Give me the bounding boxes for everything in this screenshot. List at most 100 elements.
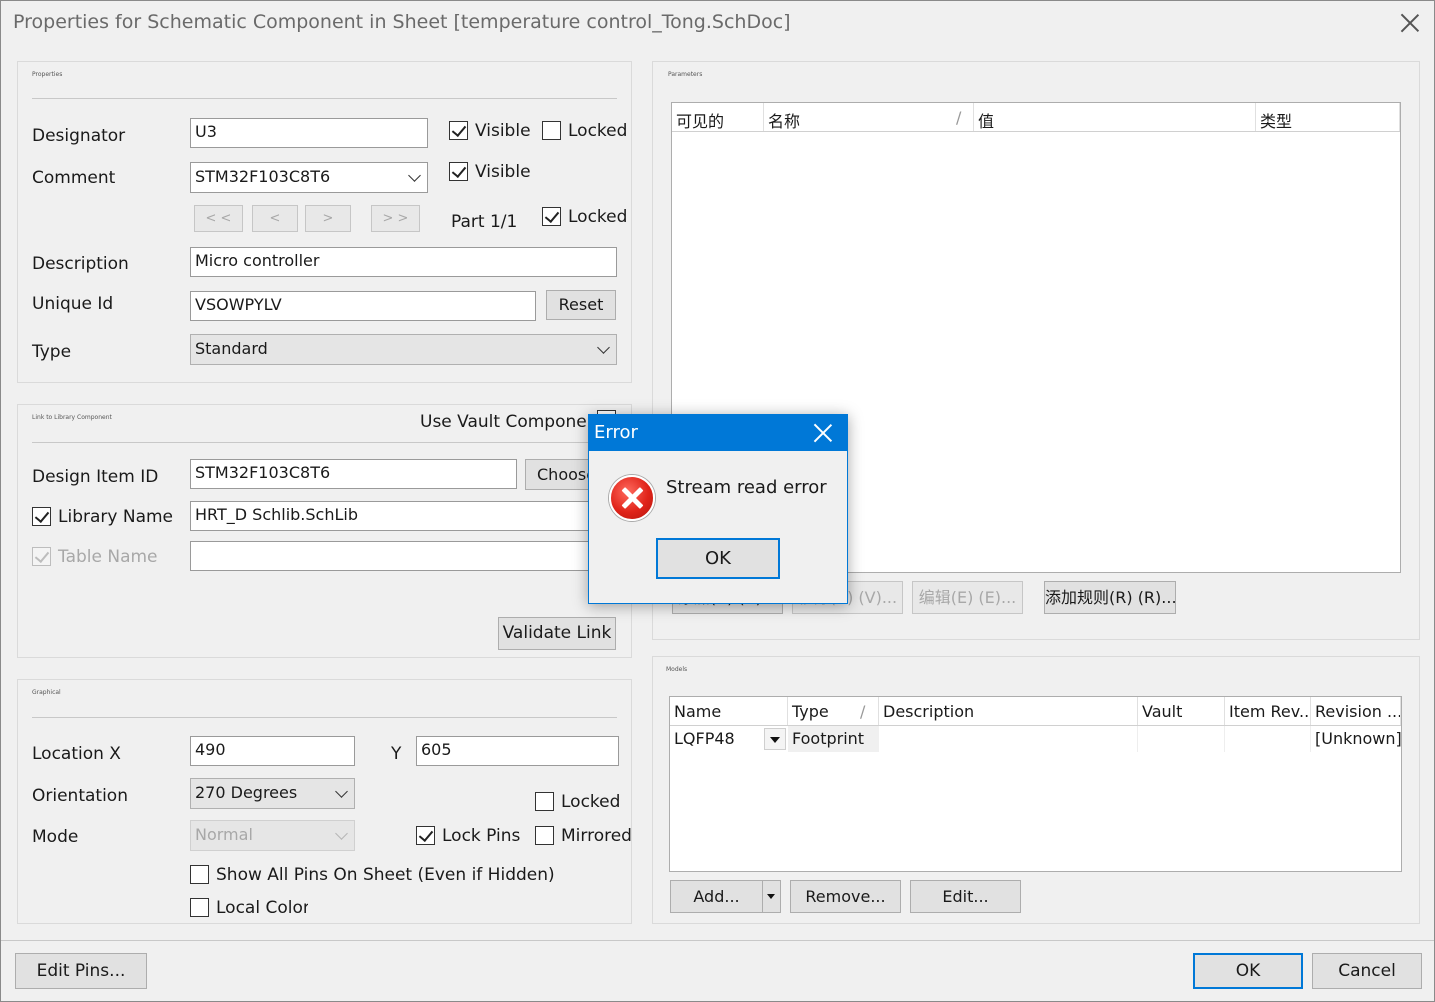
model-row-type: Footprint	[788, 726, 879, 752]
unique-id-input[interactable]: VSOWPYLV	[190, 291, 536, 321]
description-input[interactable]: Micro controller	[190, 247, 617, 277]
table-name-checkbox	[32, 547, 51, 566]
part-label: Part 1/1	[451, 212, 518, 232]
chevron-down-icon	[597, 341, 610, 354]
param-header-value[interactable]: 值	[974, 103, 1256, 131]
location-y-input[interactable]: 605	[416, 736, 619, 766]
model-header-revision[interactable]: Revision ...	[1311, 697, 1401, 725]
param-header-type[interactable]: 类型	[1256, 103, 1400, 131]
table-name-input[interactable]	[190, 541, 617, 571]
model-edit-button[interactable]: Edit...	[910, 880, 1021, 913]
sort-indicator-icon: /	[860, 702, 866, 721]
param-header-name-label: 名称	[768, 112, 801, 131]
designator-visible-label: Visible	[475, 121, 531, 141]
link-separator	[32, 442, 617, 443]
model-row-name: LQFP48	[674, 729, 735, 748]
lock-pins-checkbox[interactable]	[416, 826, 435, 845]
model-remove-button[interactable]: Remove...	[790, 880, 901, 913]
comment-label: Comment	[32, 168, 116, 188]
prev-part-button[interactable]: <	[252, 205, 298, 232]
model-add-dropdown[interactable]	[762, 880, 781, 913]
close-icon[interactable]	[813, 423, 833, 443]
unique-id-label: Unique Id	[32, 294, 114, 314]
link-group-title: Link to Library Component	[32, 414, 112, 421]
properties-separator	[32, 98, 617, 99]
orientation-label: Orientation	[32, 786, 128, 806]
param-header-name[interactable]: 名称 /	[764, 103, 974, 131]
model-header-type-label: Type	[792, 702, 829, 721]
model-add-button[interactable]: Add...	[670, 880, 763, 913]
dropdown-arrow-icon	[770, 737, 780, 743]
design-item-label: Design Item ID	[32, 467, 159, 487]
library-name-input[interactable]: HRT_D Schlib.SchLib	[190, 501, 617, 531]
footer-separator	[1, 940, 1434, 941]
error-icon	[609, 475, 655, 521]
model-header-type[interactable]: Type /	[788, 697, 879, 725]
next-part-button[interactable]: >	[305, 205, 351, 232]
mode-value: Normal	[195, 825, 253, 844]
designator-locked-checkbox[interactable]	[542, 121, 561, 140]
param-edit-button[interactable]: 编辑(E) (E)...	[912, 581, 1023, 614]
error-ok-button[interactable]: OK	[656, 538, 780, 579]
close-icon[interactable]	[1400, 13, 1420, 33]
chevron-down-icon	[335, 785, 348, 798]
mirrored-checkbox[interactable]	[535, 826, 554, 845]
parameters-group-title: Parameters	[668, 71, 703, 78]
orientation-select[interactable]: 270 Degrees	[190, 778, 355, 809]
sort-indicator-icon: /	[956, 108, 962, 127]
window-title: Properties for Schematic Component in Sh…	[13, 11, 791, 33]
chevron-down-icon	[335, 827, 348, 840]
comment-visible-checkbox[interactable]	[449, 162, 468, 181]
comment-combobox[interactable]: STM32F103C8T6	[190, 162, 428, 193]
orientation-value: 270 Degrees	[195, 783, 298, 802]
description-label: Description	[32, 254, 129, 274]
lock-pins-label: Lock Pins	[442, 826, 521, 846]
graphical-group-title: Graphical	[32, 689, 61, 696]
type-label: Type	[32, 342, 72, 362]
param-add-rule-button[interactable]: 添加规则(R) (R)...	[1044, 581, 1177, 614]
error-dialog-title: Error	[594, 422, 638, 443]
graphical-locked-label: Locked	[561, 792, 621, 812]
model-header-item-rev[interactable]: Item Rev...	[1225, 697, 1311, 725]
model-row-item-rev	[1225, 726, 1311, 752]
model-header-description[interactable]: Description	[879, 697, 1138, 725]
part-locked-checkbox[interactable]	[542, 207, 561, 226]
location-label: Location X	[32, 744, 121, 764]
dropdown-arrow-icon	[767, 894, 775, 899]
table-row[interactable]: LQFP48 Footprint [Unknown]	[670, 726, 1401, 752]
model-header-vault[interactable]: Vault	[1138, 697, 1225, 725]
properties-group-title: Properties	[32, 71, 63, 78]
validate-link-button[interactable]: Validate Link	[498, 617, 616, 650]
designator-locked-label: Locked	[568, 121, 628, 141]
model-header-name[interactable]: Name	[670, 697, 788, 725]
designator-input[interactable]: U3	[190, 118, 428, 148]
graphical-locked-checkbox[interactable]	[535, 792, 554, 811]
param-header-divider	[672, 131, 1400, 132]
designator-visible-checkbox[interactable]	[449, 121, 468, 140]
last-part-button[interactable]: > >	[371, 205, 420, 232]
model-row-vault	[1138, 726, 1225, 752]
first-part-button[interactable]: < <	[194, 205, 243, 232]
ok-button[interactable]: OK	[1193, 953, 1303, 989]
design-item-input[interactable]: STM32F103C8T6	[190, 459, 517, 489]
library-name-label: Library Name	[58, 507, 173, 527]
model-row-description	[879, 726, 1138, 752]
mode-select: Normal	[190, 820, 355, 851]
library-name-checkbox[interactable]	[32, 507, 51, 526]
graphical-separator	[32, 717, 617, 718]
models-grid[interactable]: Name Type / Description Vault Item Rev..…	[669, 696, 1402, 872]
location-x-input[interactable]: 490	[190, 736, 355, 766]
reset-button[interactable]: Reset	[546, 290, 616, 320]
show-all-pins-checkbox[interactable]	[190, 865, 209, 884]
type-select[interactable]: Standard	[190, 334, 617, 365]
part-locked-label: Locked	[568, 207, 628, 227]
error-message: Stream read error	[666, 477, 827, 498]
edit-pins-button[interactable]: Edit Pins...	[15, 953, 147, 989]
local-colors-checkbox[interactable]	[190, 898, 209, 917]
model-name-dropdown[interactable]	[764, 728, 786, 750]
designator-label: Designator	[32, 126, 126, 146]
error-dialog-titlebar: Error	[589, 415, 847, 451]
local-colors-label: Local Colors	[216, 898, 308, 918]
cancel-button[interactable]: Cancel	[1312, 953, 1422, 989]
param-header-visible[interactable]: 可见的	[672, 103, 764, 131]
